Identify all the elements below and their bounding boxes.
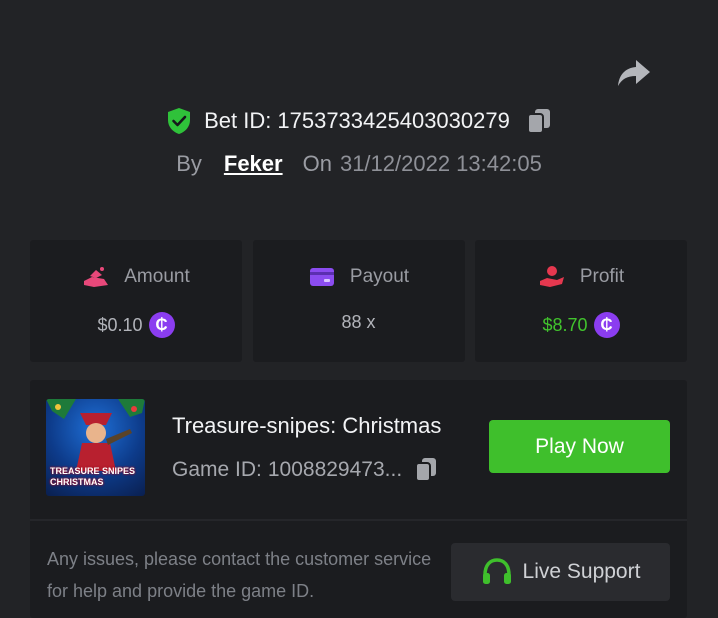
copy-game-id-button[interactable]: [414, 456, 438, 483]
game-thumbnail-text: TREASURE SNIPES CHRISTMAS: [50, 466, 136, 487]
profit-label: Profit: [579, 266, 625, 287]
live-support-label: Live Support: [522, 560, 641, 583]
hand-profit-icon: [538, 265, 566, 289]
bet-stats: Amount $0.10 ₵ Payout 88 x Profit $8.70 …: [30, 240, 687, 362]
payout-card: Payout 88 x: [252, 240, 465, 362]
game-id-row: Game ID: 1008829473...: [172, 456, 438, 483]
profit-card: Profit $8.70 ₵: [475, 240, 687, 362]
verified-shield-icon: [166, 107, 192, 135]
wallet-card-icon: [308, 265, 336, 289]
bet-detail-page: Bet ID: 1753733425403030279 By Feker On …: [0, 0, 718, 618]
support-help-text: Any issues, please contact the customer …: [47, 549, 432, 601]
headset-icon: [481, 557, 513, 587]
live-support-button[interactable]: Live Support: [451, 543, 670, 601]
bet-id-label: Bet ID:: [204, 108, 272, 133]
share-button[interactable]: [614, 55, 654, 91]
game-thumbnail[interactable]: TREASURE SNIPES CHRISTMAS: [46, 399, 145, 496]
copy-icon: [526, 109, 550, 134]
game-title: Treasure-snipes: Christmas: [172, 413, 442, 438]
by-label: By: [176, 151, 202, 176]
amount-value: $0.10: [97, 314, 143, 335]
on-label: On: [302, 151, 332, 176]
coin-icon: ₵: [148, 312, 175, 338]
coin-icon: ₵: [593, 312, 620, 338]
copy-bet-id-button[interactable]: [526, 107, 552, 135]
game-id-value: 1008829473...: [267, 457, 403, 481]
copy-icon: [415, 458, 437, 482]
game-id-label: Game ID:: [172, 457, 262, 481]
bet-id-value: 1753733425403030279: [277, 108, 510, 133]
payout-label: Payout: [349, 266, 410, 287]
username-link[interactable]: Feker: [224, 151, 283, 177]
payout-value: 88 x: [341, 312, 376, 332]
share-icon: [618, 60, 650, 86]
bet-author-row: By Feker On 31/12/2022 13:42:05: [0, 151, 718, 177]
profit-value: $8.70: [542, 314, 588, 335]
divider: [30, 519, 687, 521]
bet-id-row: Bet ID: 1753733425403030279: [0, 107, 718, 135]
amount-label: Amount: [124, 266, 190, 287]
game-card: TREASURE SNIPES CHRISTMAS Treasure-snipe…: [30, 380, 687, 618]
amount-card: Amount $0.10 ₵: [30, 240, 242, 362]
bet-datetime: 31/12/2022 13:42:05: [339, 151, 542, 176]
play-now-button[interactable]: Play Now: [489, 420, 670, 473]
money-hand-icon: [82, 265, 110, 289]
